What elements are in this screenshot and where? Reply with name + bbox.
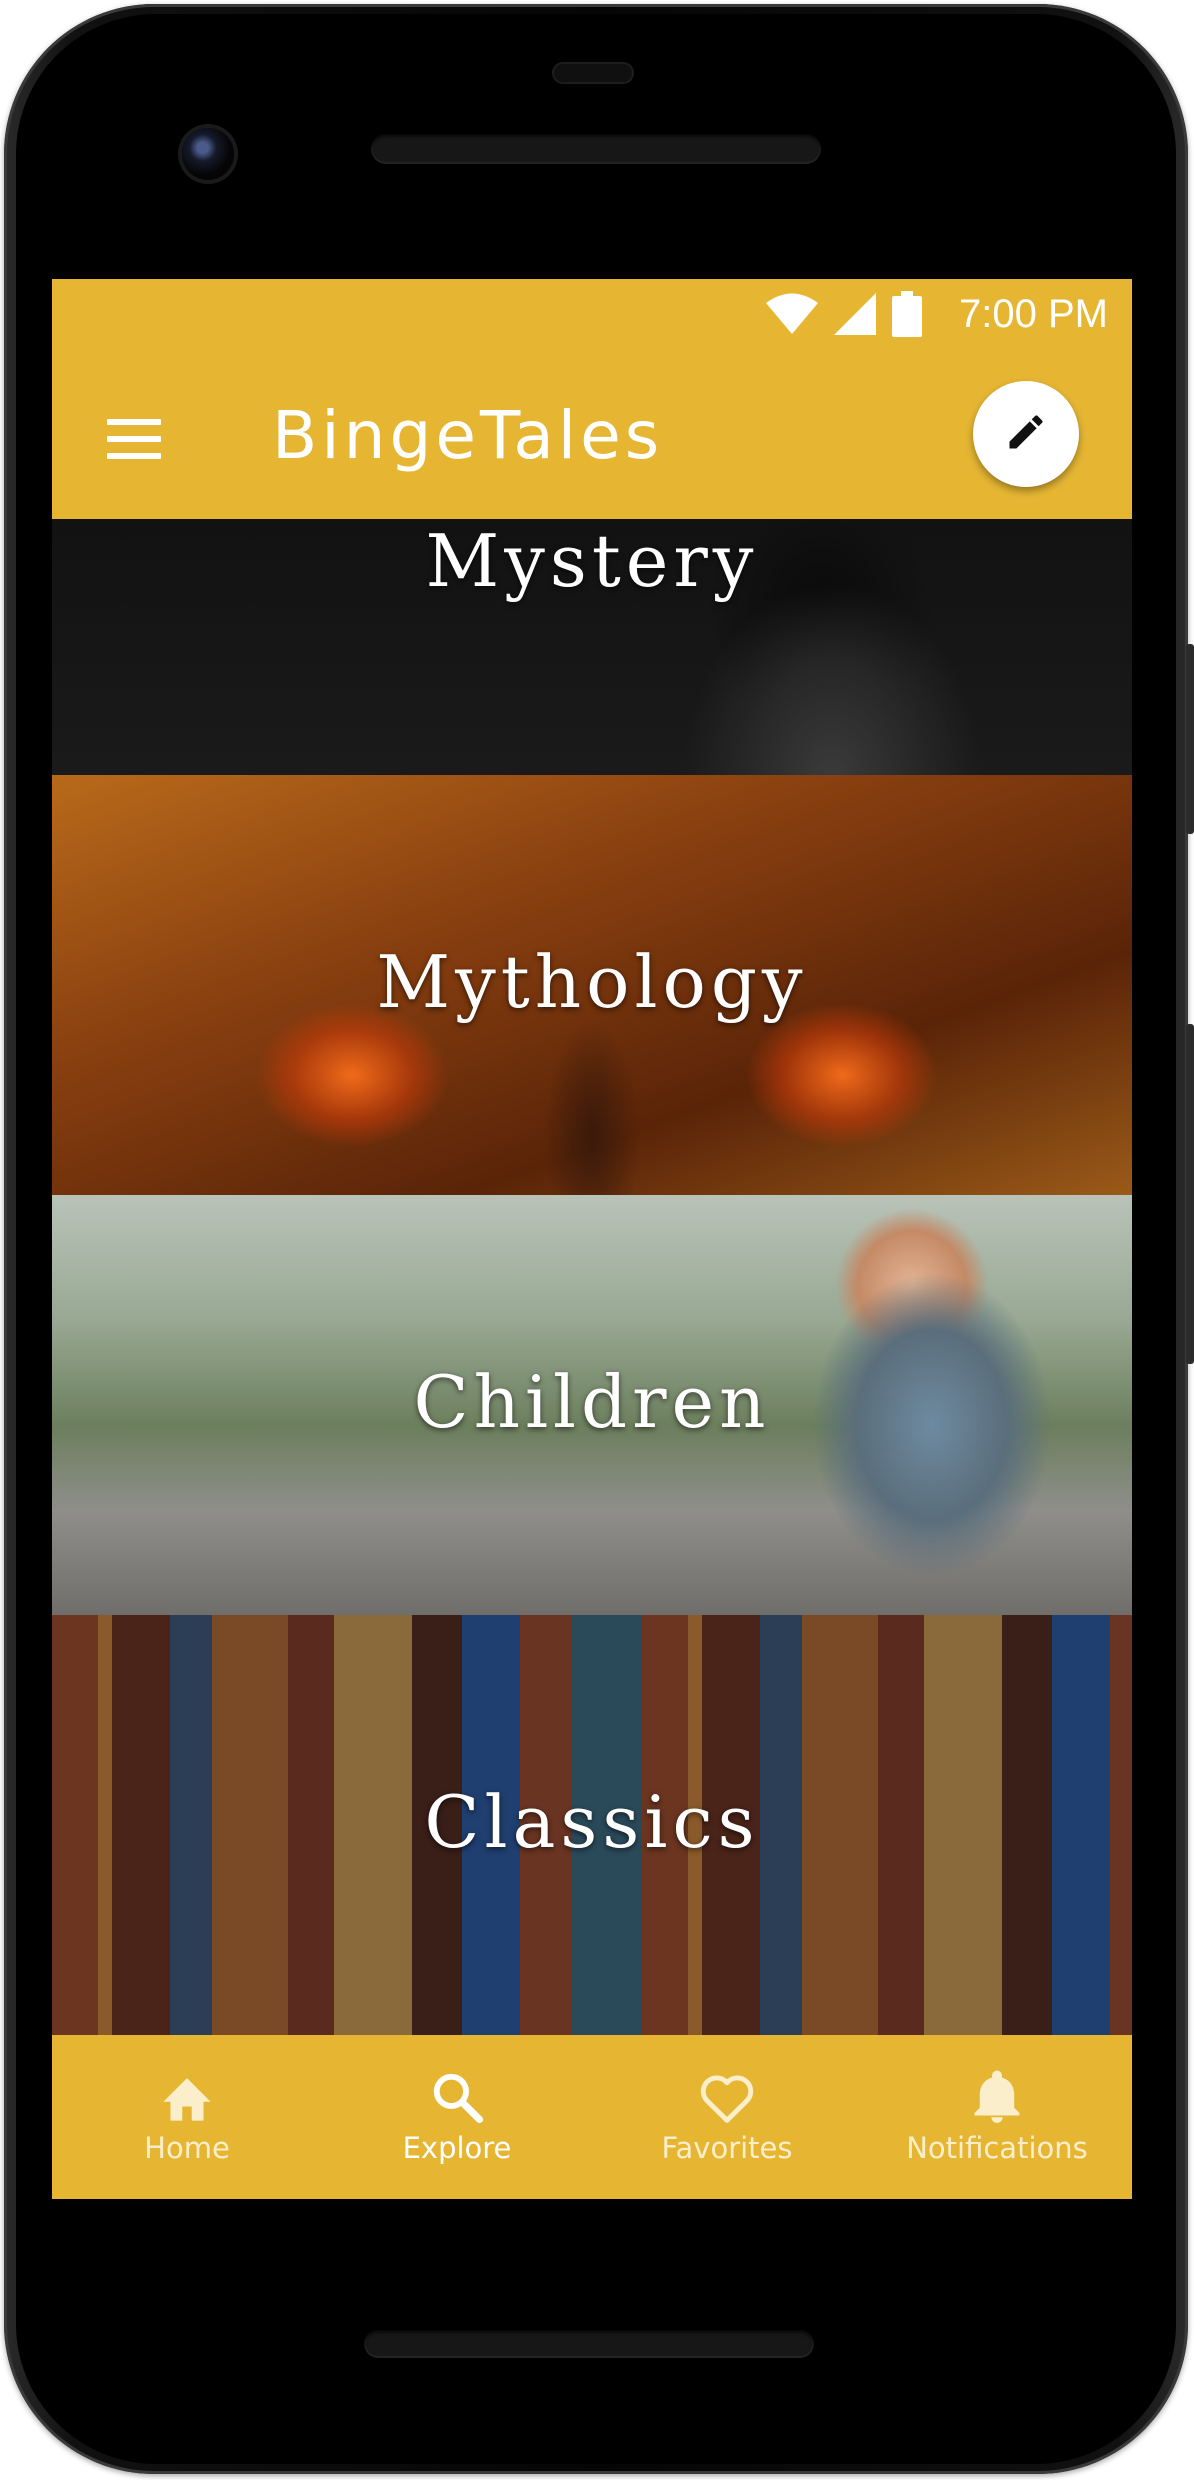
edit-button[interactable] bbox=[973, 381, 1079, 487]
volume-button bbox=[1186, 1024, 1194, 1364]
category-label-mythology: Mythology bbox=[376, 940, 808, 1024]
status-icons bbox=[764, 291, 922, 341]
category-classics[interactable]: Classics bbox=[52, 1615, 1132, 2035]
signal-icon bbox=[834, 293, 878, 339]
pencil-edit-icon bbox=[1004, 410, 1048, 458]
category-children[interactable]: Children bbox=[52, 1195, 1132, 1615]
app-title: BingeTales bbox=[272, 397, 664, 474]
battery-icon bbox=[892, 291, 922, 341]
bottom-navigation: Home Explore Favorites Notifications bbox=[52, 2035, 1132, 2199]
category-label-children: Children bbox=[413, 1360, 771, 1444]
category-mystery[interactable]: Mystery bbox=[52, 519, 1132, 775]
wifi-icon bbox=[764, 292, 820, 340]
front-speaker-bottom bbox=[364, 2330, 814, 2358]
nav-item-explore[interactable]: Explore bbox=[322, 2035, 592, 2199]
nav-label-favorites: Favorites bbox=[661, 2131, 793, 2165]
earpiece bbox=[552, 62, 634, 84]
nav-label-explore: Explore bbox=[402, 2131, 512, 2165]
category-label-mystery: Mystery bbox=[425, 519, 759, 603]
heart-icon bbox=[697, 2069, 757, 2125]
nav-item-home[interactable]: Home bbox=[52, 2035, 322, 2199]
category-mythology[interactable]: Mythology bbox=[52, 775, 1132, 1195]
hamburger-menu-icon[interactable] bbox=[107, 419, 161, 459]
nav-label-home: Home bbox=[144, 2131, 230, 2165]
search-icon bbox=[430, 2069, 484, 2125]
nav-label-notifications: Notifications bbox=[906, 2131, 1088, 2165]
status-time: 7:00 PM bbox=[959, 292, 1108, 336]
app-bar: 7:00 PM BingeTales bbox=[52, 279, 1132, 519]
front-camera bbox=[182, 128, 234, 180]
category-label-classics: Classics bbox=[424, 1780, 760, 1864]
bell-icon bbox=[971, 2069, 1023, 2125]
app-screen: 7:00 PM BingeTales Mystery Mythology Chi… bbox=[52, 279, 1132, 2199]
nav-item-favorites[interactable]: Favorites bbox=[592, 2035, 862, 2199]
front-speaker-top bbox=[371, 134, 821, 164]
home-icon bbox=[158, 2069, 216, 2125]
power-button bbox=[1186, 644, 1194, 834]
nav-item-notifications[interactable]: Notifications bbox=[862, 2035, 1132, 2199]
status-bar: 7:00 PM bbox=[52, 279, 1132, 355]
